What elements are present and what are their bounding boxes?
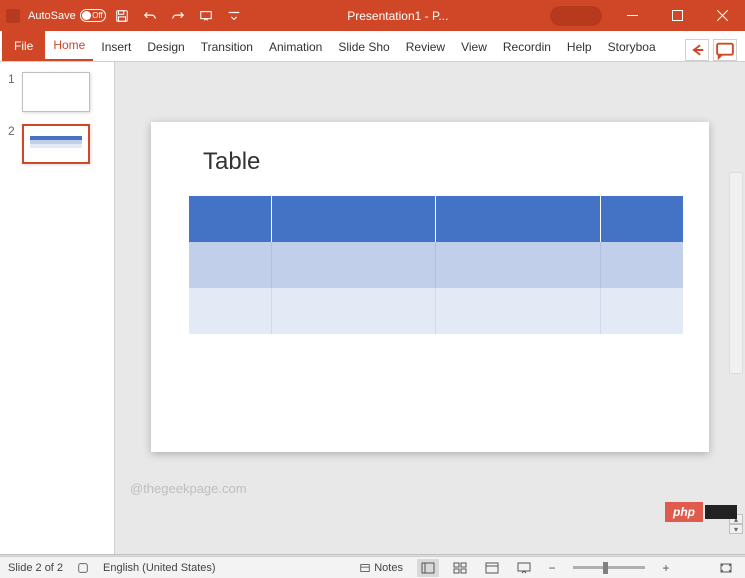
notes-button[interactable]: Notes (355, 560, 407, 576)
accessibility-button[interactable] (73, 560, 93, 576)
table-row (189, 288, 683, 334)
next-slide-button[interactable]: ▾ (729, 524, 743, 534)
close-button[interactable] (700, 0, 745, 31)
user-badge[interactable] (550, 6, 602, 26)
app-icon (6, 9, 20, 23)
slide-canvas[interactable]: Table (151, 122, 709, 452)
zoom-slider[interactable] (573, 566, 645, 569)
autosave-toggle[interactable]: AutoSave Off (28, 9, 106, 22)
tab-file[interactable]: File (2, 31, 45, 61)
comments-button[interactable] (713, 39, 737, 61)
save-button[interactable] (110, 4, 134, 28)
tab-storyboard[interactable]: Storyboa (600, 33, 664, 61)
share-button[interactable] (685, 39, 709, 61)
slide-sorter-button[interactable] (449, 559, 471, 577)
tab-slideshow[interactable]: Slide Sho (330, 33, 397, 61)
slide-thumbnail[interactable] (22, 72, 90, 112)
fit-to-window-button[interactable] (715, 559, 737, 577)
language-button[interactable]: English (United States) (103, 562, 216, 574)
zoom-in-button[interactable]: + (659, 561, 673, 575)
watermark: @thegeekpage.com (130, 481, 247, 496)
title-bar: AutoSave Off Presentation1 - P... (0, 0, 745, 31)
slide-number: 1 (8, 72, 16, 86)
tab-animations[interactable]: Animation (261, 33, 330, 61)
autosave-label: AutoSave (28, 10, 76, 22)
slide-number: 2 (8, 124, 16, 138)
main-area: 1 2 Table (0, 62, 745, 554)
tab-insert[interactable]: Insert (93, 33, 139, 61)
slide-canvas-area: Table @thegeekpage.com ▴ ▾ php (115, 62, 745, 554)
zoom-slider-thumb[interactable] (603, 562, 608, 574)
window-title: Presentation1 - P... (246, 9, 550, 23)
slideshow-start-button[interactable] (194, 4, 218, 28)
slide-thumbnail-panel: 1 2 (0, 62, 115, 554)
vertical-scrollbar[interactable] (729, 172, 743, 374)
slide-title[interactable]: Table (203, 148, 691, 176)
tab-design[interactable]: Design (139, 33, 192, 61)
slide-table[interactable] (189, 196, 683, 334)
table-row (189, 196, 683, 242)
autosave-switch[interactable]: Off (80, 9, 106, 22)
slide-thumb-1[interactable]: 1 (8, 72, 106, 112)
tab-transitions[interactable]: Transition (193, 33, 261, 61)
tab-help[interactable]: Help (559, 33, 600, 61)
redo-button[interactable] (166, 4, 190, 28)
tab-home[interactable]: Home (45, 31, 93, 61)
undo-button[interactable] (138, 4, 162, 28)
normal-view-button[interactable] (417, 559, 439, 577)
table-row (189, 242, 683, 288)
status-bar: Slide 2 of 2 English (United States) Not… (0, 556, 745, 578)
maximize-button[interactable] (655, 0, 700, 31)
slideshow-view-button[interactable] (513, 559, 535, 577)
customize-qat-button[interactable] (222, 4, 246, 28)
tab-recording[interactable]: Recordin (495, 33, 559, 61)
reading-view-button[interactable] (481, 559, 503, 577)
minimize-button[interactable] (610, 0, 655, 31)
tab-review[interactable]: Review (398, 33, 453, 61)
slide-thumbnail[interactable] (22, 124, 90, 164)
ribbon-tabs: File Home Insert Design Transition Anima… (0, 31, 745, 62)
zoom-out-button[interactable]: − (545, 561, 559, 575)
php-badge: php (665, 502, 737, 522)
slide-counter[interactable]: Slide 2 of 2 (8, 562, 63, 574)
tab-view[interactable]: View (453, 33, 495, 61)
slide-thumb-2[interactable]: 2 (8, 124, 106, 164)
